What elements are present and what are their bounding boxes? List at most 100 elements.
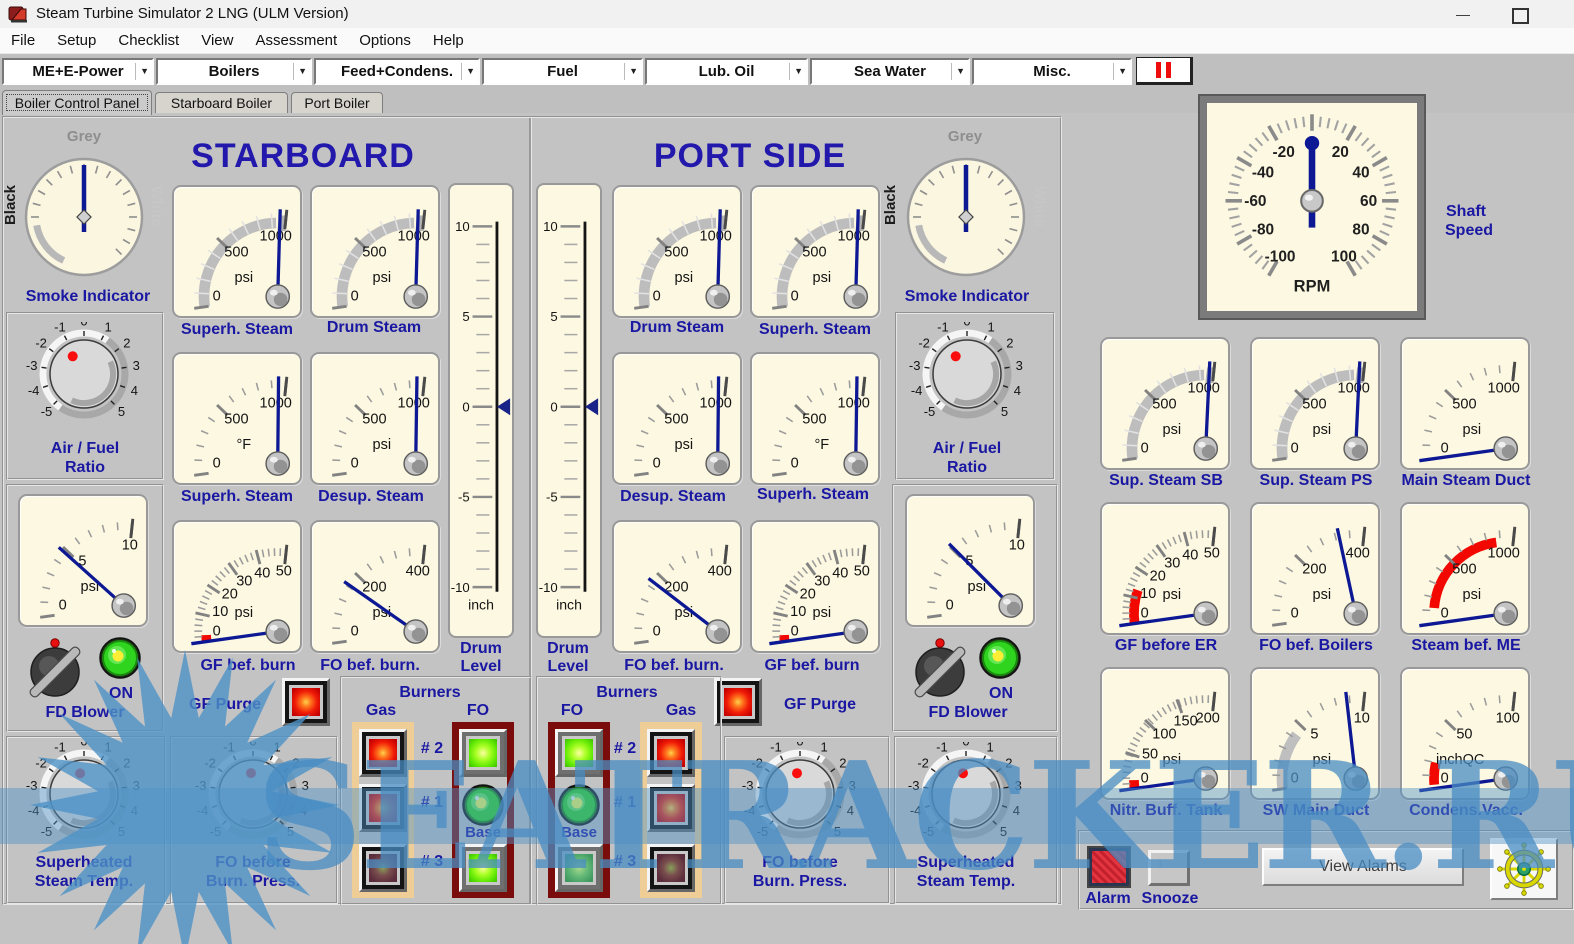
air-fuel-knob-sb[interactable]: -5-4-3-2-1012345 [14,322,154,434]
dropdown-fuel[interactable]: Fuel▼ [482,58,643,85]
gauge-gf-bef-burn-ps: 01020304050psi [750,520,880,653]
chevron-down-icon[interactable]: ▼ [293,63,307,80]
caption-level-ps: Level [548,658,589,676]
maximize-button[interactable] [1512,8,1529,24]
gas-burner-1-sb[interactable] [359,784,407,832]
svg-text:4: 4 [131,383,138,398]
alarm-button[interactable] [1087,846,1131,888]
svg-text:80: 80 [1352,221,1369,238]
gauge-fo-bef-burn-sb: 0200400psi [310,520,440,653]
ship-wheel-button[interactable] [1490,838,1558,900]
fd-blower-on-lamp-sb [98,636,142,680]
chevron-down-icon[interactable]: ▼ [789,63,803,80]
svg-text:-3: -3 [26,358,38,373]
svg-text:4: 4 [300,803,307,818]
tab-starboard-boiler[interactable]: Starboard Boiler [155,92,288,113]
gas-burner-2-ps[interactable] [647,729,695,777]
svg-text:0: 0 [80,322,87,329]
tab-boiler-control-panel[interactable]: Boiler Control Panel [2,90,152,115]
view-alarms-button[interactable]: View Alarms [1262,848,1464,886]
gauge-fo-bef-boilers: 0200400psi [1250,502,1380,635]
fd-blower-switch-ps[interactable] [905,630,975,704]
svg-text:30: 30 [236,573,252,589]
svg-text:0: 0 [462,399,469,414]
fo-base-lamp-sb [461,783,505,827]
svg-text:1: 1 [104,742,111,754]
svg-text:inch: inch [468,597,494,613]
fo-burner-2-ps[interactable] [555,729,603,777]
gf-purge-button-sb[interactable] [282,678,330,726]
chevron-down-icon[interactable]: ▼ [624,63,638,80]
menu-help[interactable]: Help [422,28,475,53]
svg-text:5: 5 [1001,404,1008,419]
menu-view[interactable]: View [190,28,244,53]
minimize-button[interactable]: — [1448,6,1478,24]
gas-burner-3-sb[interactable] [359,844,407,892]
chevron-down-icon[interactable]: ▼ [461,63,475,80]
sh-steam-temp-knob-ps[interactable]: -5-4-3-2-1012345 [896,742,1036,854]
dropdown-boilers[interactable]: Boilers▼ [156,58,312,85]
svg-text:-2: -2 [35,755,47,770]
fo-burner-2-sb[interactable] [459,729,507,777]
gas-burner-1-ps[interactable] [647,784,695,832]
sh-steam-temp-knob-sb[interactable]: -5-4-3-2-1012345 [14,742,154,854]
dropdown-me-e-power[interactable]: ME+E-Power▼ [2,58,154,85]
drum-level-slider-sb[interactable]: 1050-5-10inch [448,183,514,638]
gas-burner-3-ps[interactable] [647,844,695,892]
chevron-down-icon[interactable]: ▼ [1113,63,1127,80]
svg-text:10: 10 [1140,586,1156,602]
svg-text:40: 40 [1352,165,1369,182]
menu-assessment[interactable]: Assessment [244,28,348,53]
chevron-down-icon[interactable]: ▼ [135,63,149,80]
menu-file[interactable]: File [0,28,46,53]
svg-text:-2: -2 [204,755,216,770]
fo-burner-3-sb[interactable] [459,844,507,892]
svg-text:10: 10 [1009,538,1025,554]
fo-burn-press-knob-sb[interactable]: -5-4-3-2-1012345 [183,742,323,854]
caption-nitr-buff-tank: Nitr. Buff. Tank [1110,802,1223,820]
gas-burner-2-sb[interactable] [359,729,407,777]
svg-text:-5: -5 [458,490,470,505]
dropdown-misc-[interactable]: Misc. ▼ [972,58,1132,85]
fd-blower-caption-sb: FD Blower [45,704,124,722]
title-bar: Steam Turbine Simulator 2 LNG (ULM Versi… [0,0,1574,28]
fo-burner-3-ps[interactable] [555,844,603,892]
svg-text:5: 5 [550,309,557,324]
gauge-sup-steam-sb: 05001000psi [1100,337,1230,470]
gf-purge-face-sb [292,688,320,716]
gauge-nitr-buff-tank: 050100150200psi [1100,667,1230,800]
pause-button[interactable] [1136,57,1193,85]
snooze-button[interactable] [1148,850,1190,886]
dropdown-lub-oil[interactable]: Lub. Oil▼ [645,58,808,85]
svg-text:0: 0 [962,742,969,749]
tab-port-boiler[interactable]: Port Boiler [291,92,383,113]
caption-sup-steam-sb: Sup. Steam SB [1109,472,1223,490]
application-window: Steam Turbine Simulator 2 LNG (ULM Versi… [0,0,1574,944]
menu-options[interactable]: Options [348,28,422,53]
pause-bar-icon [1166,62,1171,78]
caption-level-sb: Level [461,658,502,676]
svg-text:100: 100 [1496,711,1520,727]
svg-text:2: 2 [292,755,299,770]
menu-checklist[interactable]: Checklist [107,28,190,53]
fo-burn-press-knob-ps[interactable]: -5-4-3-2-1012345 [730,742,870,854]
chevron-down-icon[interactable]: ▼ [951,63,965,80]
dropdown-feed-condens-[interactable]: Feed+Condens.▼ [314,58,480,85]
svg-text:400: 400 [708,564,732,580]
caption-superh-steam-f-sb: Superh. Steam [181,488,293,506]
svg-text:50: 50 [1142,746,1158,762]
gauge-steam-bef-me: 05001000psi [1400,502,1530,635]
fo-before-caption-ps: FO before [762,854,838,872]
svg-text:0: 0 [1291,605,1299,621]
svg-text:4: 4 [1013,803,1020,818]
caption-sw-main-duct: SW Main Duct [1263,802,1370,820]
dropdown-sea-water[interactable]: Sea Water▼ [810,58,970,85]
air-fuel-knob-ps[interactable]: -5-4-3-2-1012345 [897,322,1037,434]
menu-setup[interactable]: Setup [46,28,107,53]
caption-superh-steam-ps: Superh. Steam [759,321,871,339]
dropdown-label: Misc. [1033,63,1071,80]
drum-level-slider-ps[interactable]: 1050-5-10inch [536,183,602,638]
fd-blower-switch-sb[interactable] [20,630,90,704]
svg-text:0: 0 [653,623,661,639]
caption-drum-steam-sb: Drum Steam [327,319,421,337]
